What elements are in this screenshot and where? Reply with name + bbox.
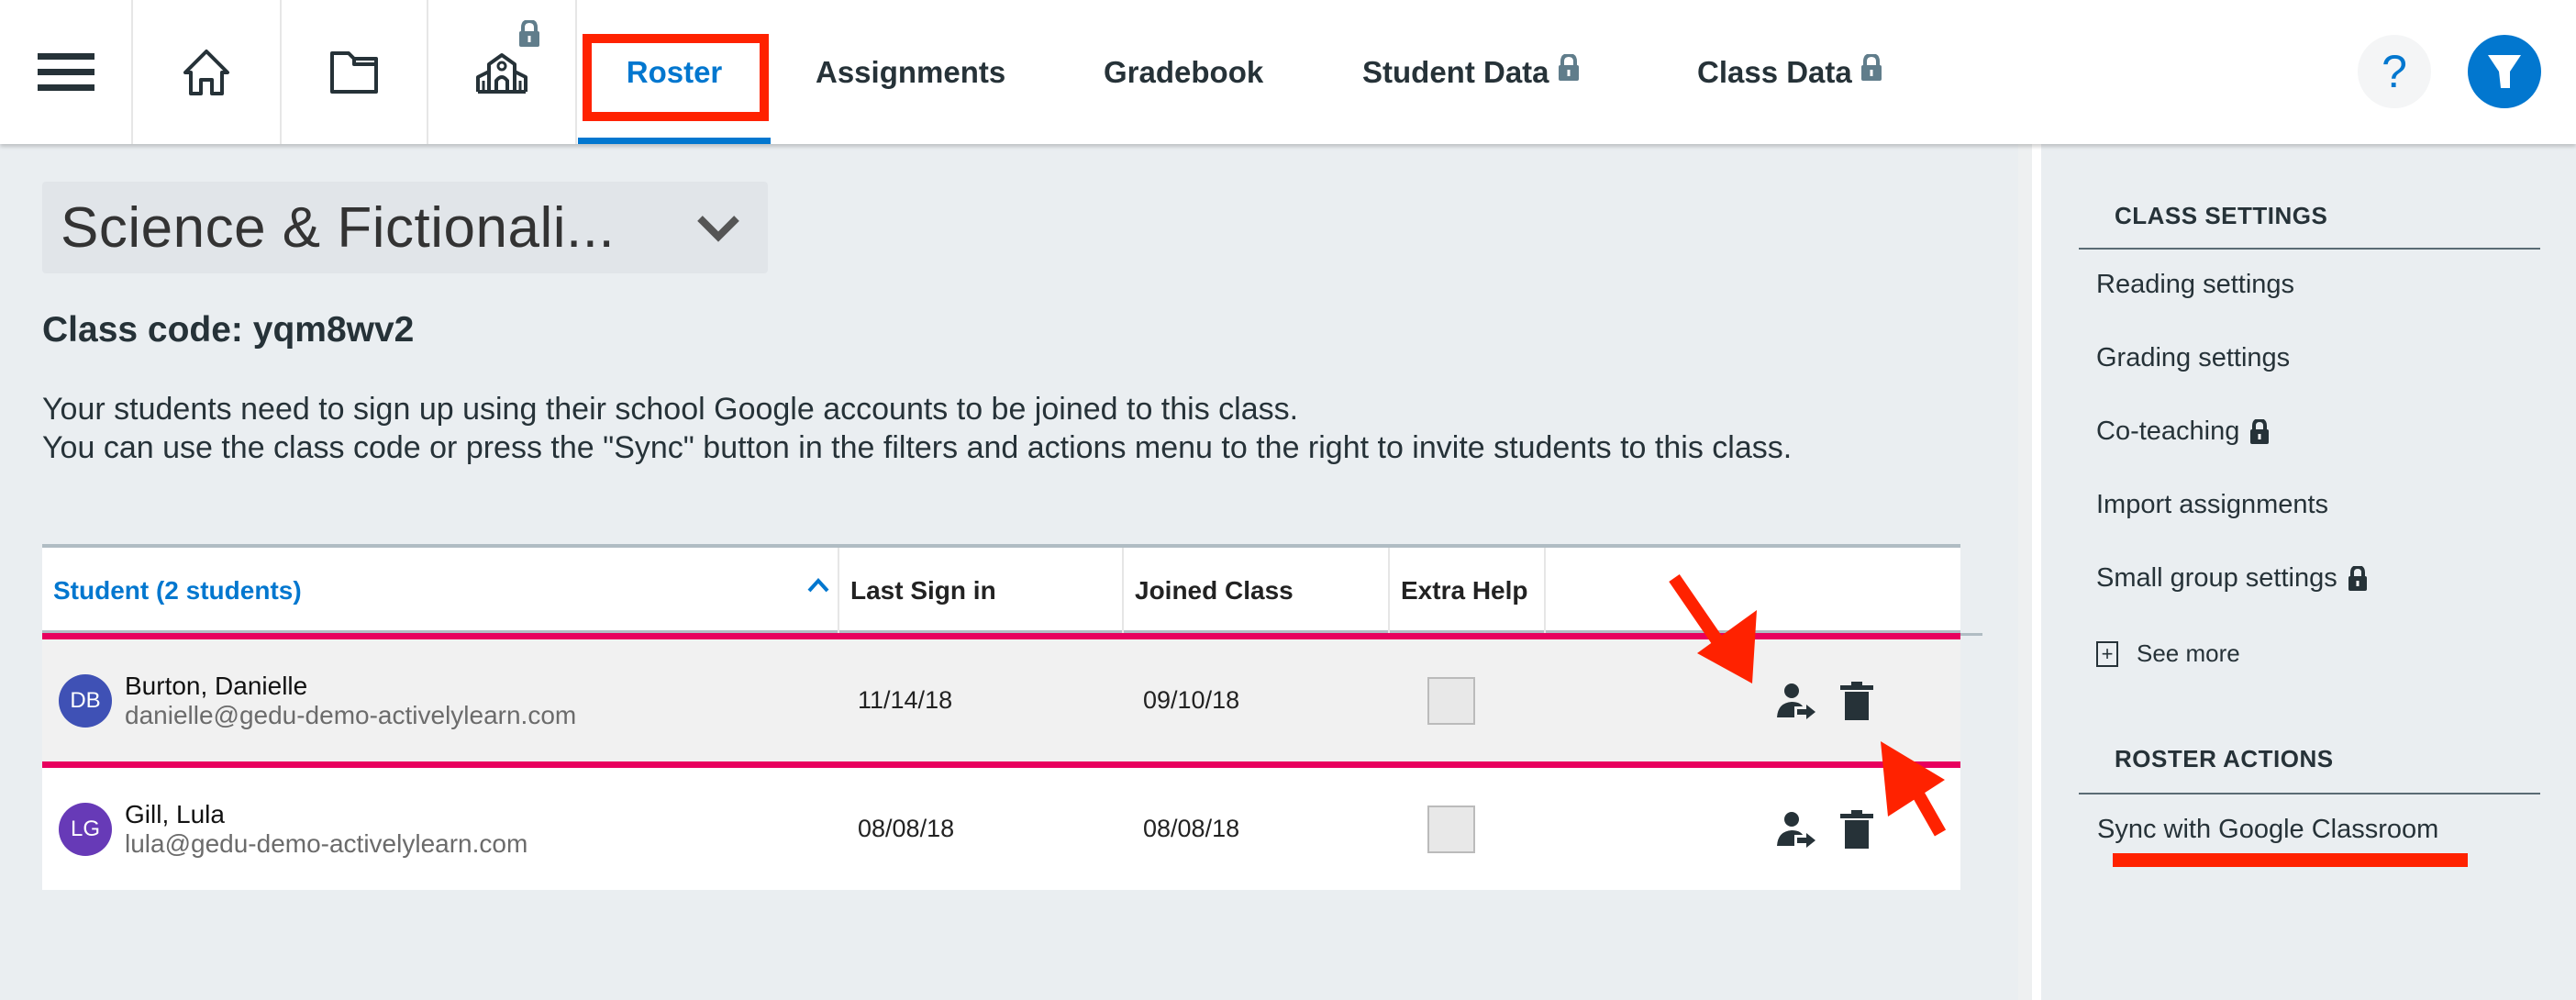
- see-more-button[interactable]: + See more: [2096, 639, 2240, 668]
- student-name: Gill, Lula: [125, 799, 225, 828]
- column-header-last-sign-in[interactable]: Last Sign in: [839, 548, 1124, 633]
- tab-gradebook[interactable]: Gradebook: [1104, 0, 1263, 144]
- home-button[interactable]: [133, 0, 282, 144]
- roster-tab-highlight-box: [583, 34, 769, 121]
- header-border-extension: [1960, 633, 1982, 636]
- divider: [2079, 248, 2540, 250]
- tab-assignments-label: Assignments: [816, 54, 1006, 89]
- divider: [2079, 793, 2540, 794]
- last-sign-in: 11/14/18: [858, 686, 953, 714]
- column-header-label: Last Sign in: [850, 575, 996, 605]
- joined-class: 09/10/18: [1143, 686, 1240, 714]
- sidebar-item-label: Grading settings: [2096, 343, 2291, 372]
- sidebar-item-label: Small group settings: [2096, 563, 2337, 593]
- see-more-label: See more: [2137, 639, 2240, 667]
- lock-icon: [519, 20, 539, 47]
- trash-icon[interactable]: [1840, 681, 1873, 720]
- avatar: DB: [59, 673, 112, 728]
- student-email: danielle@gedu-demo-activelylearn.com: [125, 700, 577, 729]
- tab-assignments[interactable]: Assignments: [816, 0, 1005, 144]
- table-header: Student (2 students) Last Sign in Joined…: [42, 544, 1982, 636]
- filter-icon: [2488, 55, 2521, 88]
- sidebar-item-grading-settings[interactable]: Grading settings: [2096, 343, 2290, 373]
- sidebar-item-label: Reading settings: [2096, 270, 2295, 299]
- lock-icon: [1860, 53, 1882, 81]
- sidebar-item-reading-settings[interactable]: Reading settings: [2096, 270, 2294, 300]
- column-header-label: Joined Class: [1135, 575, 1294, 605]
- sidebar-item-label: Import assignments: [2096, 490, 2329, 519]
- sidebar-item-label: Co-teaching: [2096, 417, 2240, 446]
- sidebar-item-small-group-settings[interactable]: Small group settings: [2096, 563, 2367, 594]
- student-cell: LG Gill, Lula lula@gedu-demo-activelylea…: [59, 768, 527, 890]
- extra-help-checkbox[interactable]: [1427, 805, 1475, 853]
- extra-help-checkbox[interactable]: [1427, 676, 1475, 725]
- roster-instructions: Your students need to sign up using thei…: [42, 390, 1996, 467]
- column-header-actions: [1546, 548, 1960, 633]
- roster-table: Student (2 students) Last Sign in Joined…: [42, 544, 1982, 890]
- move-student-icon[interactable]: [1776, 683, 1816, 719]
- table-row[interactable]: LG Gill, Lula lula@gedu-demo-activelylea…: [42, 768, 1960, 890]
- top-nav-bar: Roster Assignments Gradebook Student Dat…: [0, 0, 2576, 144]
- student-name: Burton, Danielle: [125, 671, 308, 700]
- avatar: LG: [59, 802, 112, 856]
- row-actions: [1776, 639, 1873, 761]
- expand-plus-icon: +: [2096, 640, 2118, 667]
- lock-icon: [2348, 565, 2367, 591]
- class-code: Class code: yqm8wv2: [42, 310, 415, 350]
- sidebar-divider: [2032, 144, 2041, 1000]
- column-header-student[interactable]: Student (2 students): [42, 548, 839, 633]
- student-cell: DB Burton, Danielle danielle@gedu-demo-a…: [59, 639, 576, 761]
- tab-gradebook-label: Gradebook: [1104, 54, 1264, 89]
- last-sign-in: 08/08/18: [858, 815, 955, 842]
- move-student-icon[interactable]: [1776, 811, 1816, 848]
- lock-icon: [1558, 53, 1579, 81]
- tab-student-data[interactable]: Student Data: [1362, 0, 1579, 144]
- help-button[interactable]: ?: [2358, 35, 2431, 108]
- student-email: lula@gedu-demo-activelylearn.com: [125, 828, 528, 858]
- column-header-joined-class[interactable]: Joined Class: [1124, 548, 1390, 633]
- sort-ascending-icon[interactable]: [806, 577, 830, 594]
- column-header-label: Extra Help: [1401, 575, 1528, 605]
- sync-google-classroom-link[interactable]: Sync with Google Classroom: [2097, 815, 2438, 845]
- filters-actions-button[interactable]: [2468, 35, 2541, 108]
- tab-class-data-label: Class Data: [1697, 54, 1852, 89]
- hamburger-menu-icon: [37, 52, 94, 91]
- sync-highlight-underline: [2113, 853, 2468, 867]
- instruction-line: You can use the class code or press the …: [42, 430, 1793, 465]
- sidebar-item-import-assignments[interactable]: Import assignments: [2096, 490, 2328, 520]
- column-header-label: Student (2 students): [53, 575, 302, 605]
- table-row[interactable]: DB Burton, Danielle danielle@gedu-demo-a…: [42, 633, 1960, 768]
- avatar-initials: DB: [70, 687, 101, 713]
- help-icon: ?: [2382, 46, 2407, 97]
- content-edge: [2018, 144, 2032, 1000]
- sidebar-item-co-teaching[interactable]: Co-teaching: [2096, 417, 2270, 447]
- class-name: Science & Fictionali...: [61, 195, 616, 260]
- row-actions: [1776, 768, 1873, 890]
- trash-icon[interactable]: [1840, 809, 1873, 849]
- column-header-extra-help[interactable]: Extra Help: [1390, 548, 1546, 633]
- school-icon: [476, 52, 527, 94]
- home-icon: [183, 49, 229, 95]
- instruction-line: Your students need to sign up using thei…: [42, 392, 1299, 427]
- active-tab-indicator: [578, 138, 771, 144]
- class-settings-heading: CLASS SETTINGS: [2115, 202, 2328, 229]
- class-selector-dropdown[interactable]: Science & Fictionali...: [42, 182, 768, 273]
- menu-button[interactable]: [0, 0, 133, 144]
- avatar-initials: LG: [70, 816, 100, 841]
- chevron-down-icon: [697, 216, 739, 242]
- roster-actions-heading: ROSTER ACTIONS: [2115, 745, 2334, 772]
- school-button[interactable]: [428, 0, 577, 144]
- lock-icon: [2250, 418, 2270, 444]
- library-button[interactable]: [282, 0, 428, 144]
- tab-student-data-label: Student Data: [1362, 54, 1549, 89]
- joined-class: 08/08/18: [1143, 815, 1240, 842]
- tab-class-data[interactable]: Class Data: [1697, 0, 1882, 144]
- sidebar-item-label: Sync with Google Classroom: [2097, 815, 2439, 844]
- folder-icon: [330, 50, 378, 94]
